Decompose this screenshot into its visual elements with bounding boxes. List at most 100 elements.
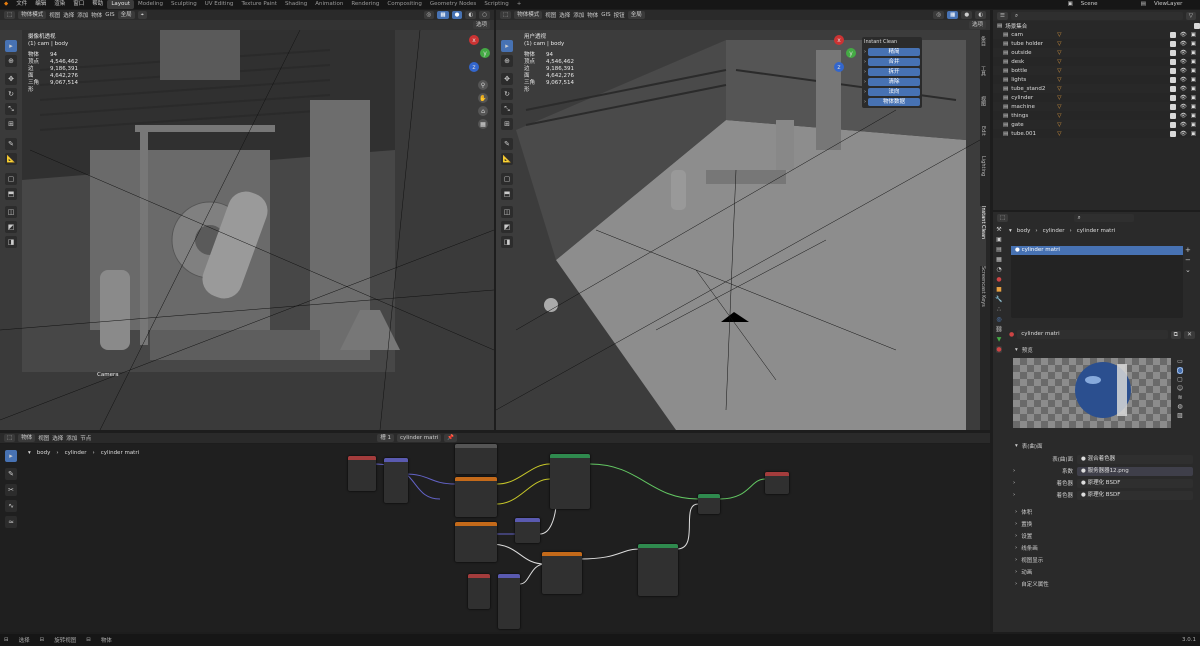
perspective-toggle-icon[interactable]: ▦ bbox=[478, 119, 488, 129]
exclude-checkbox[interactable] bbox=[1169, 121, 1176, 128]
shader-node[interactable] bbox=[384, 458, 408, 503]
section-animation[interactable]: › 动画 bbox=[1009, 566, 1195, 578]
scene-selector[interactable]: Scene bbox=[1077, 0, 1137, 9]
camera-icon[interactable]: ▣ bbox=[1191, 41, 1196, 47]
menu-gis[interactable]: GIS bbox=[601, 12, 610, 18]
menu-add[interactable]: 添加 bbox=[573, 11, 584, 19]
exclude-checkbox[interactable] bbox=[1169, 40, 1176, 47]
preview-cloth-icon[interactable]: ▨ bbox=[1177, 412, 1183, 419]
menu-view[interactable]: 视图 bbox=[49, 11, 60, 19]
outliner-item[interactable]: ▤ things ▽ 👁 ▣ bbox=[993, 111, 1200, 120]
slot-menu-icon[interactable]: ⌄ bbox=[1185, 266, 1195, 274]
scale-icon[interactable]: ⤡ bbox=[5, 103, 17, 115]
gizmo-z-icon[interactable]: z bbox=[469, 62, 479, 72]
material-shading-icon[interactable]: ◐ bbox=[975, 11, 986, 19]
eye-icon[interactable]: 👁 bbox=[1180, 59, 1187, 65]
menu-file[interactable]: 文件 bbox=[12, 0, 31, 9]
menu-add[interactable]: 添加 bbox=[66, 434, 77, 442]
camera-icon[interactable]: ▣ bbox=[1191, 77, 1196, 83]
pan-hand-icon[interactable]: ✋ bbox=[478, 93, 488, 103]
editor-type-icon[interactable]: ⬚ bbox=[4, 11, 16, 19]
rendered-shading-icon[interactable]: ○ bbox=[479, 11, 490, 19]
outliner-item[interactable]: ▤ tube holder ▽ 👁 ▣ bbox=[993, 39, 1200, 48]
outliner-item[interactable]: ▤ cam ▽ 👁 ▣ bbox=[993, 30, 1200, 39]
outliner-item[interactable]: ▤ outside ▽ 👁 ▣ bbox=[993, 48, 1200, 57]
expand-icon[interactable]: › bbox=[1013, 468, 1023, 474]
split-button[interactable]: 拆开 bbox=[868, 68, 920, 76]
constraints-tab-icon[interactable]: ⛓ bbox=[995, 326, 1003, 333]
tab-lighting[interactable]: Lighting bbox=[980, 156, 986, 206]
eye-icon[interactable]: 👁 bbox=[1180, 68, 1187, 74]
material-output-node[interactable] bbox=[765, 472, 789, 494]
exclude-checkbox[interactable] bbox=[1169, 58, 1176, 65]
annotate-icon[interactable]: ✎ bbox=[5, 138, 17, 150]
menu-add[interactable]: 添加 bbox=[77, 11, 88, 19]
filter-icon[interactable]: ▽ bbox=[1185, 11, 1196, 20]
shader-node[interactable] bbox=[515, 518, 540, 543]
preview-shaderball-icon[interactable]: ◍ bbox=[1177, 403, 1182, 410]
annotate-icon[interactable]: ✎ bbox=[501, 138, 513, 150]
inset-icon[interactable]: ◫ bbox=[501, 206, 513, 218]
preview-monkey-icon[interactable]: ☺ bbox=[1177, 385, 1183, 392]
preview-section-header[interactable]: ▾ 预览 bbox=[1009, 344, 1033, 356]
expand-icon[interactable]: › bbox=[1013, 480, 1023, 486]
outliner-item[interactable]: ▤ lights ▽ 👁 ▣ bbox=[993, 75, 1200, 84]
select-box-icon[interactable]: ▸ bbox=[501, 40, 513, 52]
material-slot-selected[interactable]: ● cylinder matri bbox=[1011, 246, 1183, 255]
cursor-icon[interactable]: ⊕ bbox=[5, 55, 17, 67]
options-button[interactable]: 选项 bbox=[968, 21, 986, 29]
extrude-icon[interactable]: ⬒ bbox=[5, 188, 17, 200]
workspace-tab-layout[interactable]: Layout bbox=[107, 0, 135, 9]
camera-icon[interactable]: ▣ bbox=[1191, 32, 1196, 38]
display-mode-icon[interactable]: ☰ bbox=[997, 11, 1008, 20]
shader-node[interactable] bbox=[455, 477, 497, 517]
menu-select[interactable]: 选择 bbox=[559, 11, 570, 19]
workspace-tab-geometry-nodes[interactable]: Geometry Nodes bbox=[426, 0, 480, 9]
tab-tool[interactable]: 工具 bbox=[980, 66, 987, 96]
shader-type-selector[interactable]: 物体 bbox=[18, 434, 36, 442]
add-cube-icon[interactable]: ▢ bbox=[5, 173, 17, 185]
shader-node[interactable] bbox=[638, 544, 678, 596]
camera-icon[interactable]: ▣ bbox=[1191, 95, 1196, 101]
workspace-tab-rendering[interactable]: Rendering bbox=[347, 0, 383, 9]
eye-icon[interactable]: 👁 bbox=[1180, 131, 1187, 137]
view-layer-tab-icon[interactable]: ▦ bbox=[996, 256, 1002, 263]
exclude-checkbox[interactable] bbox=[1169, 112, 1176, 119]
transform-orientation[interactable]: 全局 bbox=[117, 11, 135, 19]
transform-icon[interactable]: ⊞ bbox=[5, 118, 17, 130]
shader-node[interactable] bbox=[498, 574, 520, 629]
output-tab-icon[interactable]: ▤ bbox=[996, 246, 1002, 253]
workspace-tab-scripting[interactable]: Scripting bbox=[480, 0, 512, 9]
eye-icon[interactable]: 👁 bbox=[1180, 95, 1187, 101]
section-lineart[interactable]: › 线条画 bbox=[1009, 542, 1195, 554]
workspace-tab-compositing[interactable]: Compositing bbox=[383, 0, 425, 9]
exclude-checkbox[interactable] bbox=[1169, 94, 1176, 101]
gizmo-y-icon[interactable]: y bbox=[480, 48, 490, 58]
eye-icon[interactable]: 👁 bbox=[1180, 50, 1187, 56]
shader-node[interactable] bbox=[542, 552, 582, 594]
camera-icon[interactable]: ▣ bbox=[1191, 122, 1196, 128]
workspace-tab-shading[interactable]: Shading bbox=[281, 0, 311, 9]
slot-selector[interactable]: 槽 1 bbox=[377, 434, 395, 442]
workspace-tab-texture-paint[interactable]: Texture Paint bbox=[237, 0, 281, 9]
tab-item[interactable]: 条目 bbox=[980, 36, 987, 66]
workspace-tab-sculpting[interactable]: Sculpting bbox=[167, 0, 201, 9]
loop-cut-icon[interactable]: ◨ bbox=[5, 236, 17, 248]
extrude-icon[interactable]: ⬒ bbox=[501, 188, 513, 200]
exclude-checkbox[interactable] bbox=[1194, 22, 1200, 29]
particles-tab-icon[interactable]: ∴ bbox=[997, 306, 1001, 313]
cursor-icon[interactable]: ⊕ bbox=[501, 55, 513, 67]
modifier-tab-icon[interactable]: 🔧 bbox=[995, 296, 1002, 303]
editor-type-icon[interactable]: ⬚ bbox=[4, 434, 16, 442]
gizmo-z-icon[interactable]: z bbox=[834, 62, 844, 72]
exclude-checkbox[interactable] bbox=[1169, 130, 1176, 137]
add-workspace-button[interactable]: + bbox=[513, 0, 526, 9]
shader-node[interactable] bbox=[455, 522, 497, 562]
outliner-item[interactable]: ▤ cylinder ▽ 👁 ▣ bbox=[993, 93, 1200, 102]
scale-icon[interactable]: ⤡ bbox=[501, 103, 513, 115]
menu-render[interactable]: 渲染 bbox=[50, 0, 69, 9]
viewport-overlays-icon[interactable]: ◎ bbox=[423, 11, 435, 19]
data-tab-icon[interactable]: ▼ bbox=[997, 336, 1002, 343]
move-icon[interactable]: ✥ bbox=[5, 73, 17, 85]
preview-hair-icon[interactable]: ≋ bbox=[1177, 394, 1182, 401]
